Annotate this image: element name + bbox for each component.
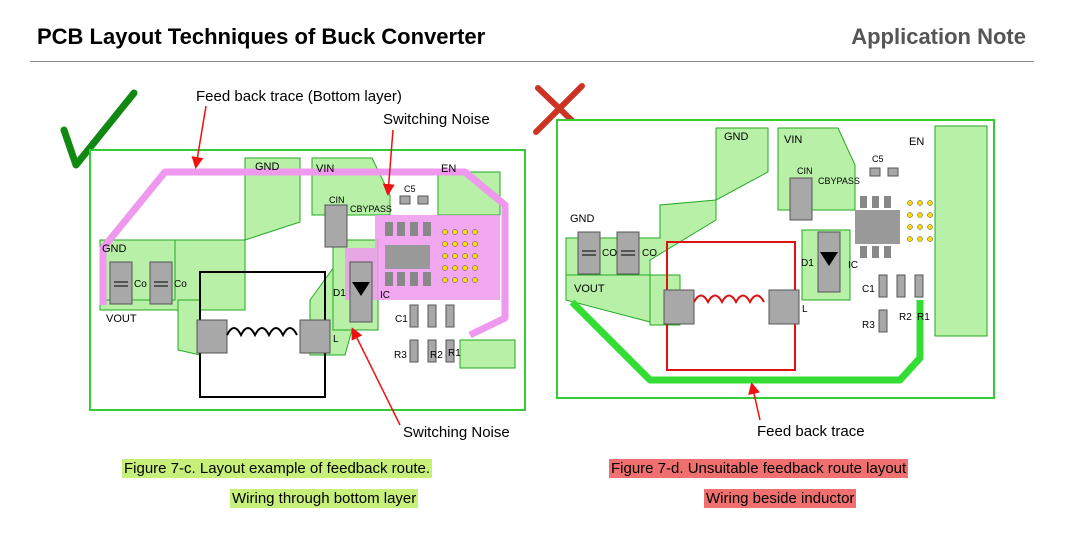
left-inductor-pad-left xyxy=(196,319,228,354)
left-label-co1: Co xyxy=(134,279,147,290)
right-label-cin: CIN xyxy=(797,166,813,176)
right-label-vin: VIN xyxy=(784,134,802,146)
left-label-l: L xyxy=(333,334,339,345)
left-label-cin: CIN xyxy=(329,195,345,205)
left-label-ic: IC xyxy=(380,290,390,301)
right-label-gnd-top: GND xyxy=(724,131,749,143)
right-feedback-label: Feed back trace xyxy=(757,423,865,440)
right-label-cbypass: CBYPASS xyxy=(818,176,860,186)
left-cin-capacitor xyxy=(324,204,348,248)
left-feedback-label: Feed back trace (Bottom layer) xyxy=(196,88,402,105)
left-label-en: EN xyxy=(441,163,456,175)
right-inductor-pad-left xyxy=(663,289,695,325)
right-label-en: EN xyxy=(909,136,924,148)
left-label-r1: R1 xyxy=(448,348,461,359)
right-label-vout: VOUT xyxy=(574,283,605,295)
left-figure: GND VIN EN GND VOUT CIN CBYPASS C5 Co Co… xyxy=(60,88,526,441)
right-cin-capacitor xyxy=(789,177,813,221)
right-label-co2: CO xyxy=(642,248,657,259)
left-label-r2: R2 xyxy=(430,350,443,361)
left-inductor-pad-right xyxy=(299,319,331,354)
right-label-r1: R1 xyxy=(917,312,930,323)
right-label-c1: C1 xyxy=(862,284,875,295)
right-figure: GND VIN EN GND VOUT CIN CBYPASS C5 CO CO… xyxy=(533,83,995,440)
right-label-ic: IC xyxy=(848,260,858,271)
right-inductor-pad-right xyxy=(768,289,800,325)
left-label-vout: VOUT xyxy=(106,313,137,325)
right-label-l: L xyxy=(802,304,808,315)
right-label-r3: R3 xyxy=(862,320,875,331)
left-label-gnd-top: GND xyxy=(255,161,280,173)
right-label-c5: C5 xyxy=(872,154,884,164)
left-noise-top-label: Switching Noise xyxy=(383,111,490,128)
left-label-gnd-left: GND xyxy=(102,243,127,255)
left-label-co2: Co xyxy=(174,279,187,290)
right-label-r2: R2 xyxy=(899,312,912,323)
left-label-c1: C1 xyxy=(395,314,408,325)
right-caption-line2: Wiring beside inductor xyxy=(704,489,857,508)
left-caption-line2: Wiring through bottom layer xyxy=(230,489,419,508)
right-caption-line1: Figure 7-d. Unsuitable feedback route la… xyxy=(609,459,909,478)
left-caption-line1: Figure 7-c. Layout example of feedback r… xyxy=(122,459,433,478)
left-label-c5: C5 xyxy=(404,184,416,194)
right-label-gnd-left: GND xyxy=(570,213,595,225)
right-label-d1: D1 xyxy=(801,258,814,269)
left-noise-bottom-label: Switching Noise xyxy=(403,424,510,441)
right-label-co1: CO xyxy=(602,248,617,259)
left-label-vin: VIN xyxy=(316,163,334,175)
left-label-r3: R3 xyxy=(394,350,407,361)
left-label-cbypass: CBYPASS xyxy=(350,204,392,214)
left-label-d1: D1 xyxy=(333,288,346,299)
